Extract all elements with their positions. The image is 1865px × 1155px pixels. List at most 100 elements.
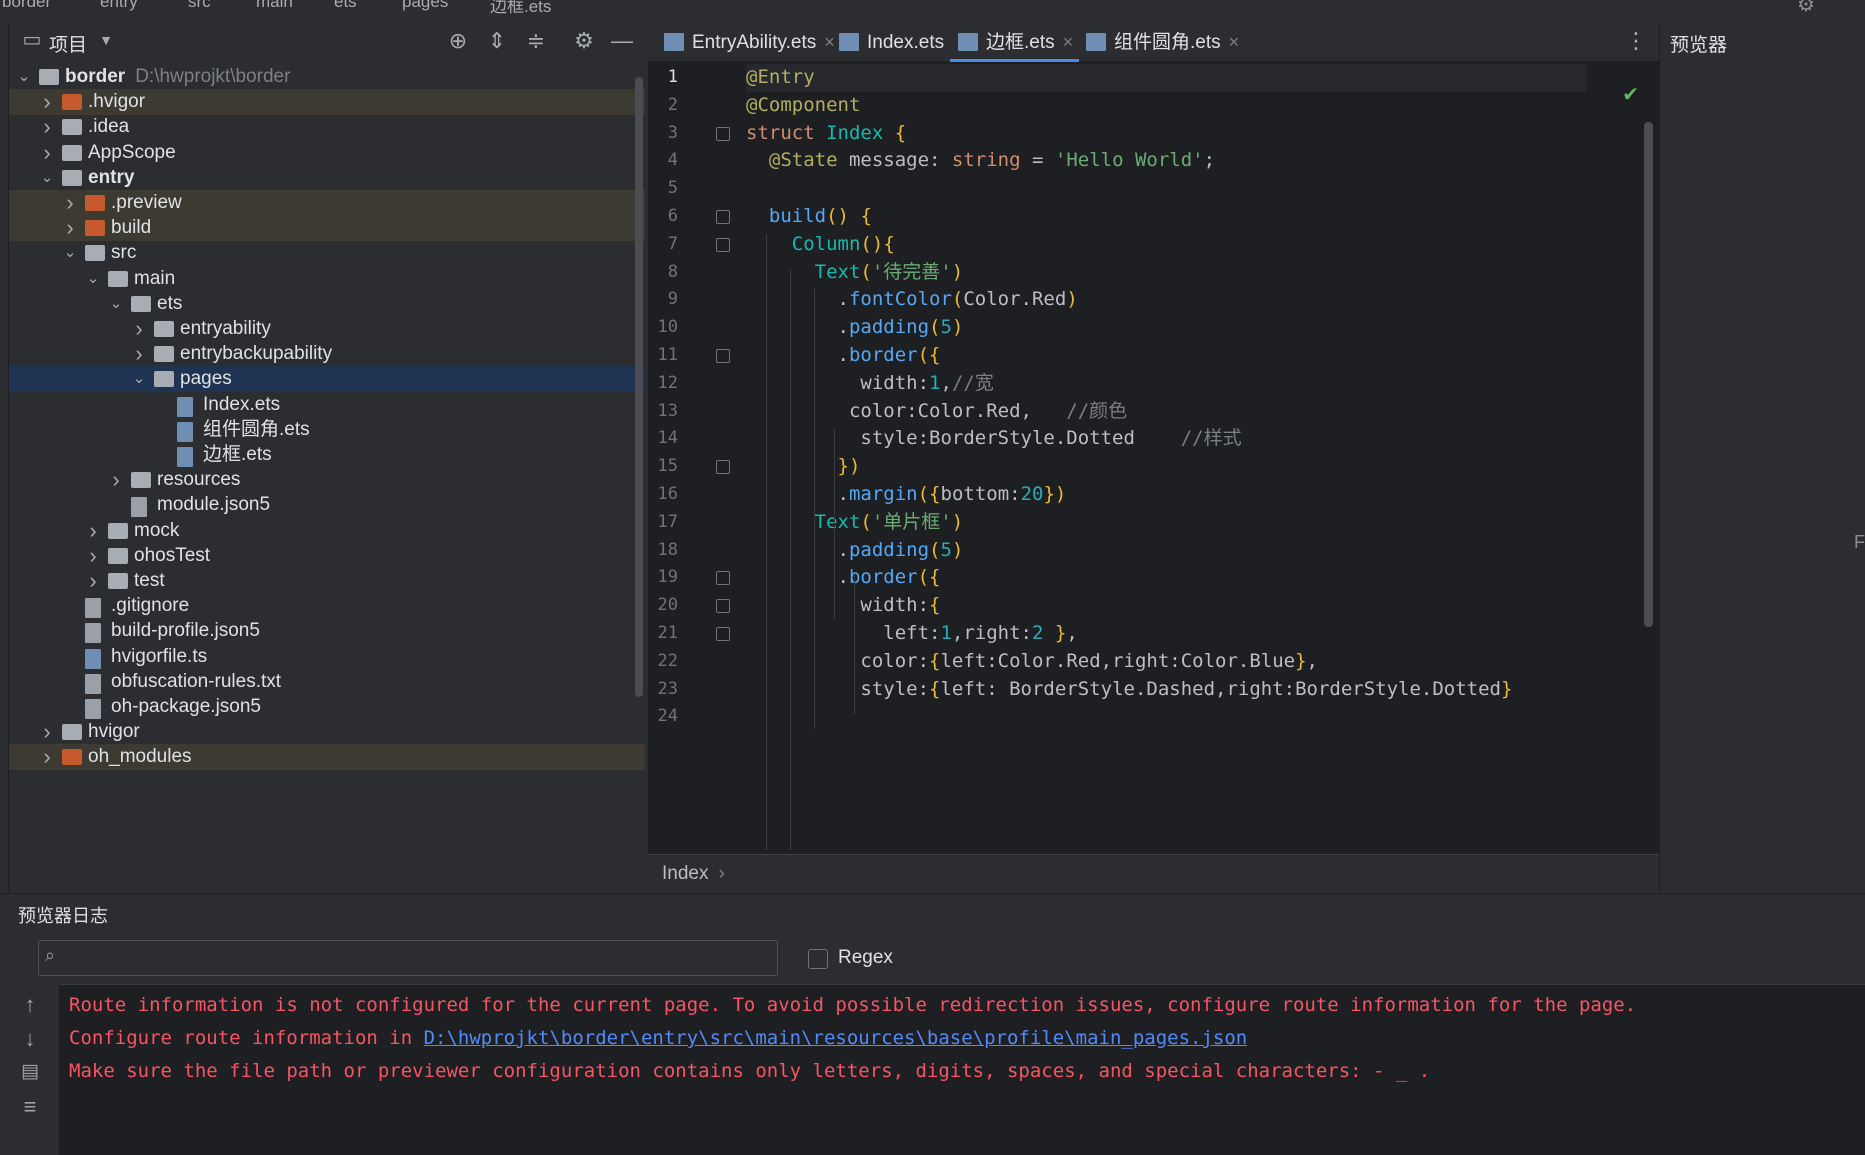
chevron-down-icon[interactable]: ⌄ — [84, 266, 102, 292]
breadcrumb-item[interactable]: ets — [334, 0, 357, 12]
tree-item[interactable]: ⌄ pages — [9, 366, 645, 393]
chevron-right-icon[interactable]: › — [61, 190, 79, 216]
tree-item[interactable]: Index.ets — [9, 392, 645, 418]
regex-label[interactable]: Regex — [838, 947, 893, 969]
editor-tab[interactable]: Index.ets× — [831, 22, 969, 62]
chevron-right-icon[interactable]: › — [61, 215, 79, 241]
chevron-right-icon[interactable]: › — [84, 543, 102, 569]
project-view-icon[interactable]: ▭ — [19, 27, 45, 52]
code-line[interactable]: style:BorderStyle.Dotted //样式 — [746, 425, 1241, 453]
fold-marker-icon[interactable] — [716, 349, 730, 363]
fold-marker-icon[interactable] — [716, 210, 730, 224]
tree-item[interactable]: › hvigor — [9, 719, 645, 745]
chevron-right-icon[interactable]: › — [38, 744, 56, 770]
code-line[interactable]: color:{left:Color.Red,right:Color.Blue}, — [746, 648, 1318, 676]
editor-tab[interactable]: EntryAbility.ets × — [656, 22, 841, 62]
file-link[interactable]: D:\hwprojkt\border\entry\src\main\resour… — [424, 1027, 1248, 1049]
project-panel-title[interactable]: 项目 — [49, 30, 87, 57]
tree-item[interactable]: oh-package.json5 — [9, 694, 645, 720]
fold-marker-icon[interactable] — [716, 627, 730, 641]
code-line[interactable]: color:Color.Red, //颜色 — [746, 398, 1127, 426]
tree-item[interactable]: › oh_modules — [9, 744, 645, 771]
breadcrumb-item[interactable]: pages — [402, 0, 448, 12]
tree-item[interactable]: hvigorfile.ts — [9, 644, 645, 670]
fold-marker-icon[interactable] — [716, 460, 730, 475]
code-area[interactable]: @Entry @Component struct Index { @State me… — [746, 64, 1626, 850]
chevron-right-icon[interactable]: › — [84, 518, 102, 544]
scroll-down-icon[interactable]: ↓ — [18, 1026, 42, 1052]
minimize-icon[interactable]: — — [609, 28, 635, 54]
fold-marker-icon[interactable] — [716, 126, 730, 141]
chevron-down-icon[interactable]: ▼ — [93, 32, 119, 48]
chevron-down-icon[interactable]: ⌄ — [38, 165, 56, 191]
clear-log-icon[interactable]: ▤ — [18, 1060, 42, 1083]
tree-item[interactable]: ⌄ border D:\hwprojkt\border — [9, 64, 645, 90]
code-line[interactable]: Text('待完善') — [746, 259, 964, 287]
code-line[interactable]: @State message: string = 'Hello World'; — [746, 147, 1215, 175]
tree-item[interactable]: › test — [9, 568, 645, 594]
chevron-right-icon[interactable]: › — [84, 568, 102, 594]
more-options-icon[interactable]: ⋮ — [1625, 28, 1647, 54]
chevron-down-icon[interactable]: ⌄ — [130, 366, 148, 392]
tree-item[interactable]: build-profile.json5 — [9, 618, 645, 644]
close-icon[interactable]: × — [1229, 32, 1240, 52]
chevron-right-icon[interactable]: › — [107, 467, 125, 493]
code-line[interactable]: .border({ — [746, 342, 941, 370]
chevron-right-icon[interactable]: › — [38, 140, 56, 166]
breadcrumb-item[interactable]: src — [188, 0, 211, 12]
code-line[interactable]: width:{ — [746, 592, 940, 620]
soft-wrap-icon[interactable]: ≡ — [18, 1094, 42, 1120]
fold-marker-icon[interactable] — [716, 237, 730, 252]
code-line[interactable]: Column(){ — [746, 231, 895, 259]
chevron-right-icon[interactable]: › — [130, 341, 148, 367]
tree-item[interactable]: module.json5 — [9, 492, 645, 518]
code-line[interactable]: left:1,right:2 }, — [746, 620, 1078, 648]
tree-item[interactable]: › ohosTest — [9, 543, 645, 569]
close-icon[interactable]: × — [1063, 32, 1074, 52]
code-line[interactable]: Text('单片框') — [746, 509, 964, 537]
chevron-right-icon[interactable]: › — [130, 316, 148, 342]
code-line[interactable]: width:1,//宽 — [746, 370, 993, 398]
scroll-up-icon[interactable]: ↑ — [18, 992, 42, 1018]
locate-icon[interactable]: ⊕ — [445, 28, 471, 54]
code-line[interactable]: @Component — [746, 92, 860, 120]
chevron-right-icon[interactable]: › — [38, 719, 56, 745]
chevron-right-icon[interactable]: › — [38, 89, 56, 115]
regex-checkbox[interactable] — [808, 949, 828, 969]
code-line[interactable]: .padding(5) — [746, 314, 964, 342]
tree-item[interactable]: obfuscation-rules.txt — [9, 669, 645, 695]
code-line[interactable]: struct Index { — [746, 120, 906, 148]
tree-item[interactable]: › entrybackupability — [9, 341, 645, 367]
code-line[interactable]: build() { — [746, 203, 872, 231]
tree-item[interactable]: 组件圆角.ets — [9, 417, 645, 443]
code-line[interactable]: .border({ — [746, 564, 941, 592]
tree-item[interactable]: 边框.ets — [9, 442, 645, 468]
tree-item[interactable]: › AppScope — [9, 140, 645, 166]
chevron-right-icon[interactable]: › — [38, 114, 56, 140]
tree-item[interactable]: › mock — [9, 518, 645, 544]
code-line[interactable]: }) — [746, 453, 861, 481]
code-line[interactable]: @Entry — [746, 64, 1586, 92]
tree-item[interactable]: › .preview — [9, 190, 645, 216]
code-line[interactable]: .padding(5) — [746, 537, 964, 565]
tree-item[interactable]: ⌄ entry — [9, 165, 645, 191]
breadcrumb-struct[interactable]: Index — [662, 863, 708, 884]
fold-marker-icon[interactable] — [716, 571, 730, 586]
tree-item[interactable]: › resources — [9, 467, 645, 493]
tree-item[interactable]: › entryability — [9, 316, 645, 342]
breadcrumb-item[interactable]: main — [256, 0, 293, 12]
chevron-down-icon[interactable]: ⌄ — [15, 64, 33, 90]
code-line[interactable]: style:{left: BorderStyle.Dashed,right:Bo… — [746, 676, 1512, 704]
code-line[interactable]: .fontColor(Color.Red) — [746, 286, 1078, 314]
editor-tab[interactable]: 组件圆角.ets × — [1078, 22, 1245, 62]
editor-tab[interactable]: 边框.ets × — [950, 22, 1080, 62]
expand-all-icon[interactable]: ⇕ — [484, 28, 510, 54]
tree-item[interactable]: .gitignore — [9, 593, 645, 619]
chevron-down-icon[interactable]: ⌄ — [61, 240, 79, 266]
chevron-down-icon[interactable]: ⌄ — [107, 291, 125, 317]
tree-item[interactable]: › .hvigor — [9, 89, 645, 116]
breadcrumb-item[interactable]: entry — [100, 0, 138, 12]
tree-item[interactable]: ⌄ src — [9, 240, 645, 266]
project-scrollbar[interactable] — [635, 77, 643, 697]
breadcrumb-item[interactable]: border — [2, 0, 51, 12]
